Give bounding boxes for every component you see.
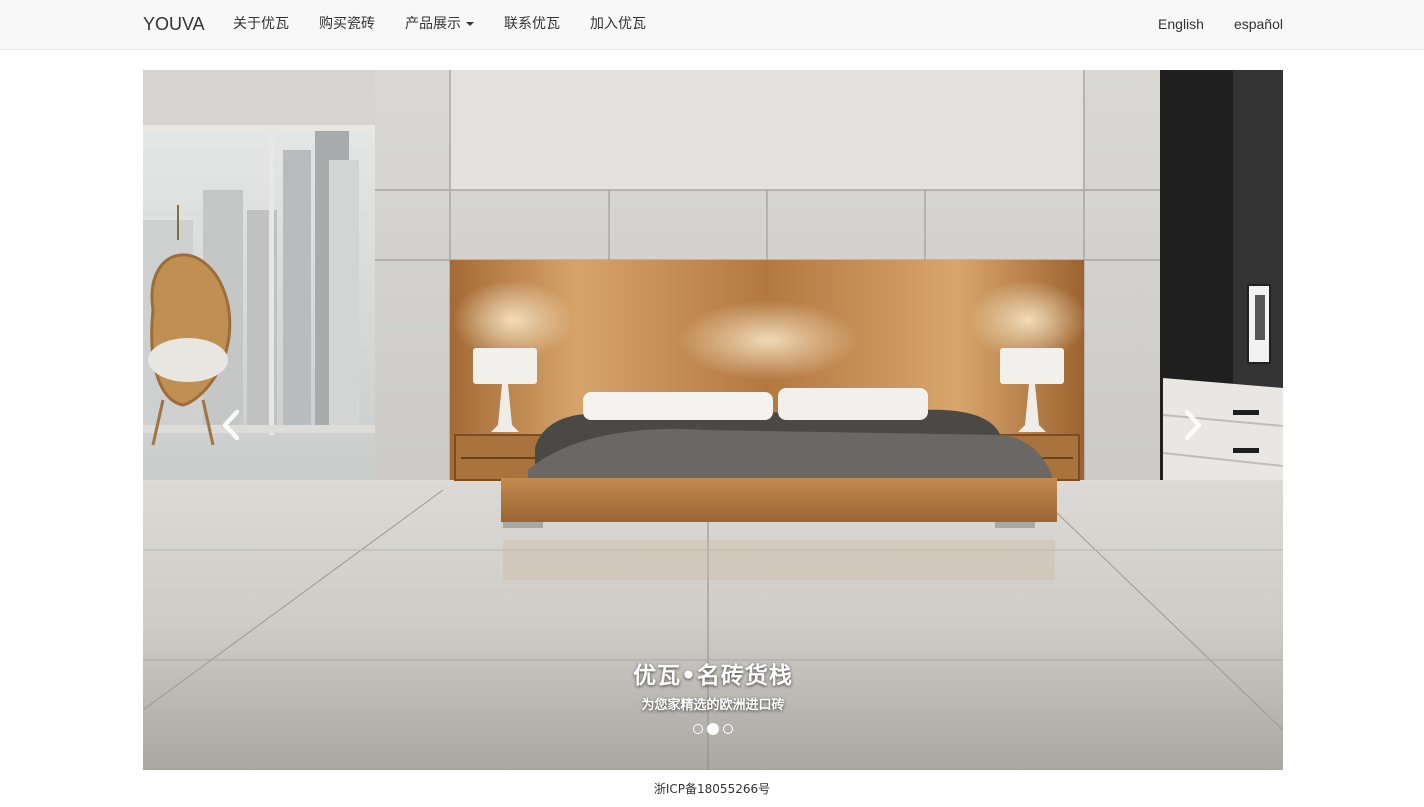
carousel-indicator-3[interactable]: [723, 724, 733, 734]
nav-item-contact[interactable]: 联系优瓦: [504, 0, 560, 50]
brand-logo[interactable]: YOUVA: [143, 0, 205, 50]
language-english[interactable]: English: [1158, 0, 1204, 50]
top-navbar: YOUVA 关于优瓦 购买瓷砖 产品展示 联系优瓦 加入优瓦 English e…: [0, 0, 1424, 50]
icp-footer: 浙ICP备18055266号: [653, 782, 771, 796]
nav-item-buy-tiles[interactable]: 购买瓷砖: [319, 0, 375, 50]
chevron-left-icon: [222, 409, 240, 441]
caret-down-icon: [466, 22, 474, 26]
navbar-container: YOUVA 关于优瓦 购买瓷砖 产品展示 联系优瓦 加入优瓦 English e…: [143, 0, 1283, 50]
carousel-indicator-1[interactable]: [693, 724, 703, 734]
language-spanish[interactable]: español: [1234, 0, 1283, 50]
carousel-caption-subtitle: 为您家精选的欧洲进口砖: [641, 698, 785, 713]
nav-item-products-label: 产品展示: [405, 16, 461, 32]
carousel-indicator-2-active[interactable]: [707, 723, 719, 735]
carousel-caption-title: 优瓦•名砖货栈: [633, 663, 793, 689]
nav-item-about[interactable]: 关于优瓦: [233, 0, 289, 50]
nav-item-join[interactable]: 加入优瓦: [590, 0, 646, 50]
carousel-indicators: [691, 723, 735, 735]
language-nav: English español: [1128, 0, 1283, 50]
hero-carousel[interactable]: 优瓦•名砖货栈 为您家精选的欧洲进口砖: [143, 70, 1283, 770]
carousel-prev-control[interactable]: [211, 400, 251, 450]
nav-item-products-dropdown[interactable]: 产品展示: [405, 0, 474, 50]
carousel-next-control[interactable]: [1173, 400, 1213, 450]
main-nav: 关于优瓦 购买瓷砖 产品展示 联系优瓦 加入优瓦: [233, 0, 676, 50]
chevron-right-icon: [1184, 409, 1202, 441]
